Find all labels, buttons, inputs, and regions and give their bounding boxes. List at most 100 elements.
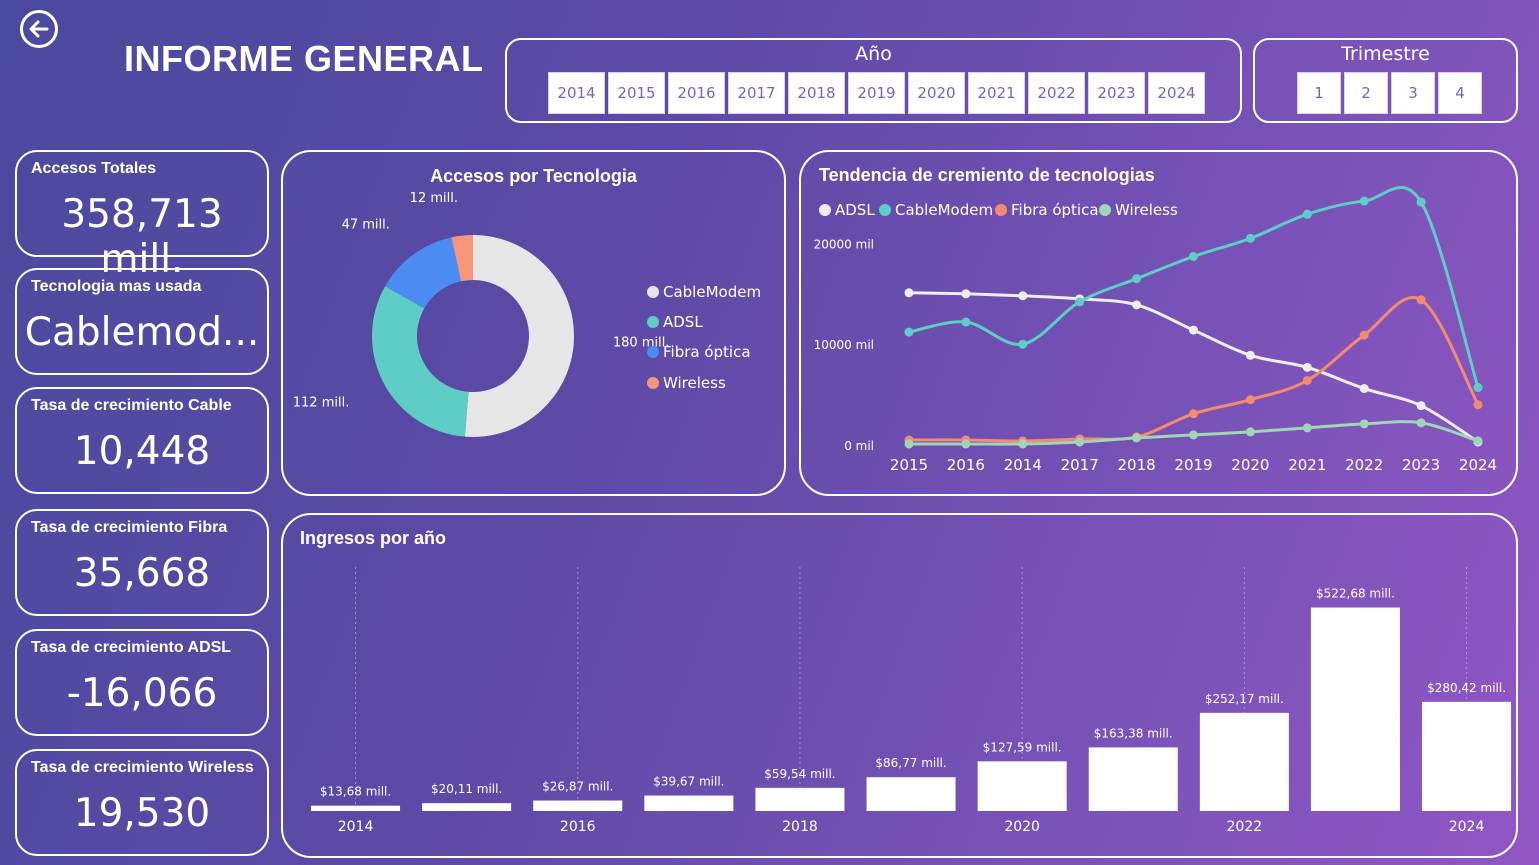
bar-2022 — [1199, 712, 1289, 811]
kpi-value: Cablemod... — [24, 310, 260, 355]
kpi-value: 19,530 — [73, 791, 211, 836]
bar-data-label: $59,54 mill. — [764, 767, 835, 781]
bar-data-label: $252,17 mill. — [1205, 692, 1284, 706]
bar-data-label: $86,77 mill. — [875, 756, 946, 770]
kpi-label: Accesos Totales — [31, 160, 157, 177]
line-series-fibra-óptica — [908, 296, 1480, 443]
bar-data-label: $26,87 mill. — [542, 780, 613, 794]
donut-data-label: 47 mill. — [342, 217, 390, 232]
line-point-adsl — [904, 288, 914, 298]
line-point-adsl — [1416, 401, 1426, 411]
line-point-fibra-óptica — [1189, 409, 1198, 419]
donut-panel: Accesos por Tecnologia 180 mill. 112 mill… — [281, 150, 786, 496]
bar-2024 — [1422, 701, 1512, 811]
year-option-2021[interactable]: 2021 — [968, 72, 1025, 114]
line-point-wireless — [1245, 427, 1255, 437]
legend-item-cablemodem[interactable]: CableModem — [647, 283, 761, 301]
kpi-tasa-fibra: Tasa de crecimiento Fibra 35,668 — [15, 509, 269, 616]
line-point-cablemodem — [1473, 383, 1483, 393]
year-option-2020[interactable]: 2020 — [908, 72, 965, 114]
donut-slice-cablemodem — [464, 235, 574, 437]
quarter-option-4[interactable]: 4 — [1438, 72, 1482, 114]
x-tick-label: 2020 — [1004, 819, 1040, 835]
x-tick-label: 2019 — [1174, 456, 1212, 474]
x-tick-label: 2016 — [560, 819, 596, 835]
bar-chart: $13,68 mill. 2014 $20,11 mill. $26,87 mill.… — [311, 567, 1512, 835]
line-point-cablemodem — [1416, 197, 1426, 207]
x-tick-label: 2014 — [338, 819, 374, 835]
line-point-adsl — [961, 289, 971, 299]
line-point-wireless — [1189, 430, 1198, 440]
year-option-2024[interactable]: 2024 — [1148, 72, 1205, 114]
line-point-adsl — [1359, 384, 1369, 394]
bar-2021 — [1088, 747, 1178, 811]
kpi-accesos-totales: Accesos Totales 358,713 mill. — [15, 150, 269, 282]
year-option-2016[interactable]: 2016 — [668, 72, 725, 114]
year-option-2015[interactable]: 2015 — [608, 72, 665, 114]
line-point-fibra-óptica — [1416, 295, 1426, 305]
bar-2017 — [644, 795, 734, 811]
line-point-cablemodem — [904, 327, 914, 337]
year-option-2023[interactable]: 2023 — [1088, 72, 1145, 114]
kpi-value: 10,448 — [73, 429, 211, 474]
line-point-wireless — [1018, 439, 1028, 449]
x-tick-label: 2022 — [1227, 819, 1263, 835]
line-point-fibra-óptica — [1359, 330, 1369, 340]
line-chart: 0 mil 10000 mil 20000 mil 2015 2016 2014 2017 2… — [814, 186, 1497, 474]
kpi-tasa-adsl: Tasa de crecimiento ADSL -16,066 — [15, 629, 269, 736]
line-point-fibra-óptica — [1473, 400, 1483, 410]
kpi-value: -16,066 — [66, 671, 218, 716]
bar-data-label: $522,68 mill. — [1316, 587, 1395, 601]
page-title: INFORME GENERAL — [124, 38, 484, 79]
line-point-wireless — [961, 439, 971, 449]
legend-item-adsl[interactable]: ADSL — [647, 313, 703, 331]
year-option-2019[interactable]: 2019 — [848, 72, 905, 114]
legend-label: Wireless — [663, 374, 726, 392]
x-tick-label: 2014 — [1004, 456, 1042, 474]
legend-label: CableModem — [663, 283, 762, 301]
line-point-wireless — [1075, 437, 1085, 447]
bar-data-label: $280,42 mill. — [1427, 681, 1506, 695]
bar-2018 — [755, 787, 845, 811]
back-button[interactable] — [20, 10, 58, 48]
legend-label: Fibra óptica — [663, 343, 751, 361]
year-option-2022[interactable]: 2022 — [1028, 72, 1085, 114]
kpi-label: Tasa de crecimiento ADSL — [31, 639, 232, 656]
bar-2020 — [977, 761, 1067, 811]
line-series-cablemodem — [908, 186, 1480, 388]
bar-data-label: $39,67 mill. — [653, 775, 724, 789]
line-point-fibra-óptica — [1302, 375, 1312, 385]
quarter-slicer: Trimestre 1234 — [1253, 38, 1518, 123]
bar-2016 — [533, 800, 623, 811]
line-point-cablemodem — [1018, 339, 1028, 349]
y-tick-label: 0 mil — [844, 439, 874, 453]
line-point-wireless — [1302, 423, 1312, 433]
donut-data-label: 12 mill. — [410, 191, 458, 206]
line-point-adsl — [1018, 291, 1028, 301]
line-point-adsl — [1189, 325, 1198, 335]
x-tick-label: 2015 — [890, 456, 928, 474]
legend-label: ADSL — [663, 313, 703, 331]
year-option-2017[interactable]: 2017 — [728, 72, 785, 114]
x-tick-label: 2018 — [782, 819, 818, 835]
year-option-2014[interactable]: 2014 — [548, 72, 605, 114]
arrow-left-icon — [29, 20, 49, 38]
quarter-option-3[interactable]: 3 — [1391, 72, 1435, 114]
legend-item-wireless[interactable]: Wireless — [647, 374, 726, 392]
line-point-wireless — [1132, 433, 1142, 443]
bar-2015 — [422, 803, 512, 811]
line-point-fibra-óptica — [1245, 395, 1255, 405]
year-option-2018[interactable]: 2018 — [788, 72, 845, 114]
kpi-label: Tasa de crecimiento Wireless — [31, 759, 254, 776]
year-slicer: Año 2014 2015 2016 2017 2018 2019 2020 2021 2022… — [505, 38, 1242, 123]
quarter-option-2[interactable]: 2 — [1344, 72, 1388, 114]
bar-2019 — [866, 777, 956, 811]
line-point-cablemodem — [1075, 297, 1085, 307]
bar-data-label: $163,38 mill. — [1094, 726, 1173, 740]
line-point-cablemodem — [1189, 251, 1198, 261]
quarter-option-1[interactable]: 1 — [1297, 72, 1341, 114]
legend-item-fibra[interactable]: Fibra óptica — [647, 343, 751, 361]
line-point-cablemodem — [1132, 274, 1142, 284]
line-point-cablemodem — [1359, 196, 1369, 206]
bar-data-label: $13,68 mill. — [320, 785, 391, 799]
